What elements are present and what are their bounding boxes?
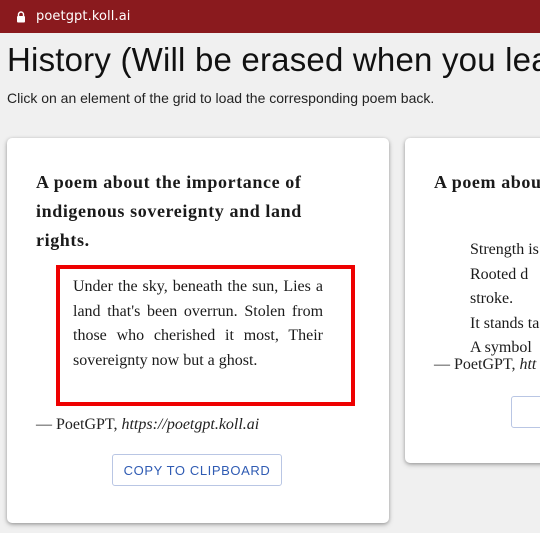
poem-card-1[interactable]: A poem about the importance of indigenou… bbox=[7, 138, 389, 523]
page-subtitle: Click on an element of the grid to load … bbox=[7, 90, 435, 106]
poem-line: Rooted d bbox=[470, 265, 529, 283]
poem-verse: Under the sky, beneath the sun, Lies a l… bbox=[73, 275, 323, 373]
attribution-link: htt bbox=[519, 356, 537, 373]
poem-verse: Strength is Rooted d stroke. It stands t… bbox=[470, 238, 540, 361]
poem-title: A poem about the importance of indigenou… bbox=[36, 172, 302, 250]
url-text: poetgpt.koll.ai bbox=[36, 9, 131, 24]
attribution-link: https://poetgpt.koll.ai bbox=[121, 416, 260, 433]
poem-line: Strength is bbox=[470, 241, 539, 258]
lock-icon bbox=[16, 10, 26, 23]
poem-attribution: — PoetGPT, https://poetgpt.koll.ai bbox=[36, 416, 259, 434]
copy-to-clipboard-button[interactable]: CO bbox=[511, 396, 540, 428]
poem-attribution: — PoetGPT, htt bbox=[434, 356, 536, 374]
browser-url-bar[interactable]: poetgpt.koll.ai bbox=[0, 0, 540, 33]
page-content: History (Will be erased when you leave C… bbox=[0, 33, 540, 533]
page-title: History (Will be erased when you leave bbox=[7, 41, 540, 78]
poem-line: stroke. bbox=[470, 290, 514, 307]
attribution-prefix: — PoetGPT, bbox=[434, 356, 520, 373]
copy-to-clipboard-button[interactable]: COPY TO CLIPBOARD bbox=[112, 454, 282, 486]
poem-line: Under the sky, beneath the sun, bbox=[73, 278, 279, 295]
poem-line: It stands ta bbox=[470, 314, 540, 332]
poem-title: A poem abou bbox=[434, 172, 540, 192]
attribution-prefix: — PoetGPT, bbox=[36, 416, 122, 433]
poem-card-2[interactable]: A poem abou Strength is Rooted d stroke.… bbox=[405, 138, 540, 463]
